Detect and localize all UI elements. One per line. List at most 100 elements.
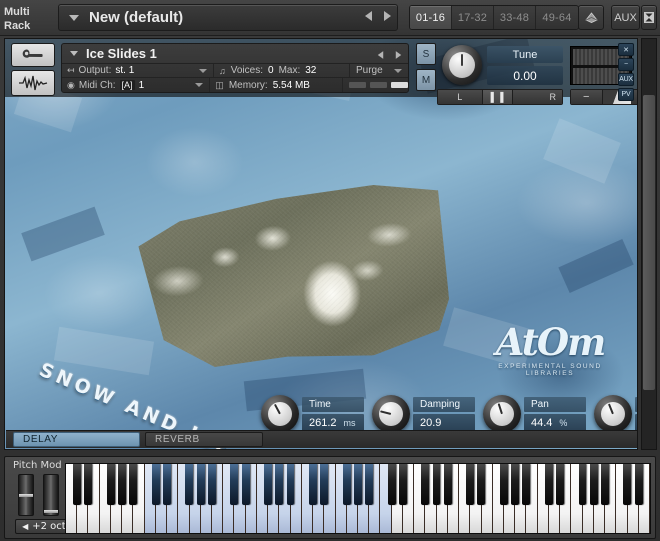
black-key[interactable]: [73, 464, 82, 506]
time-knob-value[interactable]: 261.2 ms: [302, 414, 364, 431]
chevron-down-icon[interactable]: [394, 69, 402, 73]
voices-label: Voices:: [230, 65, 263, 76]
black-key[interactable]: [443, 464, 452, 506]
piano-keys[interactable]: [65, 463, 651, 534]
wrench-icon[interactable]: [11, 43, 55, 67]
black-key[interactable]: [118, 464, 126, 506]
black-key[interactable]: [544, 464, 553, 506]
purge-bar-2: [370, 82, 387, 88]
feedback-knob-value[interactable]: 39.0 %: [635, 414, 637, 431]
black-key[interactable]: [477, 464, 486, 506]
solo-button[interactable]: S: [416, 43, 436, 65]
black-key[interactable]: [151, 464, 160, 506]
black-key[interactable]: [511, 464, 520, 506]
black-key[interactable]: [387, 464, 396, 506]
midi-channel-selector[interactable]: ◉ Midi Ch: [A] 1: [62, 78, 211, 92]
next-instrument-icon[interactable]: [395, 51, 402, 59]
output-value: st. 1: [115, 65, 135, 76]
black-key[interactable]: [522, 464, 531, 506]
instrument-panel: SNOW AND ICE AtOm EXPERIMENTAL SOUND LIB…: [4, 38, 638, 450]
black-key[interactable]: [275, 464, 284, 506]
chevron-down-icon[interactable]: [195, 83, 204, 87]
range-tab-4[interactable]: 49-64: [536, 6, 578, 29]
next-preset-icon[interactable]: [384, 11, 391, 21]
black-key[interactable]: [342, 464, 351, 506]
black-key[interactable]: [230, 464, 239, 506]
black-key[interactable]: [163, 464, 171, 506]
close-icon[interactable]: ✕: [618, 43, 634, 56]
output-label: Output:: [78, 65, 112, 76]
black-key[interactable]: [589, 464, 598, 506]
black-key[interactable]: [264, 464, 272, 506]
preset-selector[interactable]: New (default): [58, 4, 398, 31]
black-key[interactable]: [129, 464, 138, 506]
minimize-icon[interactable]: −: [618, 58, 634, 71]
chevron-down-icon[interactable]: [70, 51, 78, 56]
black-key[interactable]: [353, 464, 362, 506]
purge-selector[interactable]: Purge: [350, 64, 408, 77]
minimize-icon[interactable]: [641, 5, 657, 30]
aux-toggle[interactable]: AUX: [618, 73, 634, 86]
black-key[interactable]: [432, 464, 441, 506]
scrollbar-thumb[interactable]: [643, 95, 655, 390]
black-key[interactable]: [241, 464, 250, 506]
pitch-wheel[interactable]: [18, 474, 34, 516]
previous-instrument-icon[interactable]: [377, 51, 384, 59]
pan-knob[interactable]: [483, 395, 521, 433]
tab-delay[interactable]: DELAY: [13, 432, 140, 447]
black-key[interactable]: [466, 464, 475, 506]
effect-page-tabs: DELAY REVERB: [6, 430, 637, 448]
black-key[interactable]: [196, 464, 205, 506]
pan-handle[interactable]: ▌▐: [482, 90, 513, 104]
black-key[interactable]: [634, 464, 643, 506]
vertical-scrollbar[interactable]: [641, 38, 657, 450]
black-key[interactable]: [578, 464, 587, 506]
voices-value: 0: [268, 65, 274, 76]
black-key[interactable]: [286, 464, 295, 506]
purge-bar-1: [349, 82, 366, 88]
black-key[interactable]: [398, 464, 407, 506]
disk-icon[interactable]: [578, 5, 604, 30]
black-key[interactable]: [320, 464, 329, 506]
multi-rack-line1: Multi: [4, 6, 30, 18]
instrument-side-buttons: ✕ − AUX PV: [618, 43, 634, 103]
feedback-knob[interactable]: [594, 395, 632, 433]
black-key[interactable]: [365, 464, 374, 506]
black-key[interactable]: [601, 464, 609, 506]
chevron-down-icon[interactable]: [199, 69, 207, 73]
waveform-icon[interactable]: [11, 70, 55, 96]
tune-value[interactable]: 0.00: [487, 66, 563, 85]
pan-value-unit: %: [559, 417, 568, 428]
range-tab-1[interactable]: 01-16: [410, 6, 452, 29]
previous-preset-icon[interactable]: [365, 11, 372, 21]
black-key[interactable]: [207, 464, 216, 506]
tune-knob[interactable]: [442, 45, 482, 85]
aux-button[interactable]: AUX: [611, 5, 640, 30]
mute-button[interactable]: M: [416, 69, 436, 91]
tab-reverb[interactable]: REVERB: [145, 432, 263, 447]
pan-knob-value[interactable]: 44.4 %: [524, 414, 586, 431]
black-key[interactable]: [309, 464, 317, 506]
time-knob[interactable]: [261, 395, 299, 433]
pan-slider[interactable]: L ▌▐ R: [437, 89, 563, 105]
mod-wheel[interactable]: [43, 474, 59, 516]
black-key[interactable]: [623, 464, 632, 506]
range-tab-3[interactable]: 33-48: [494, 6, 536, 29]
black-key[interactable]: [185, 464, 194, 506]
damping-knob[interactable]: [372, 395, 410, 433]
instrument-header: Ice Slides 1 ↤ Output: st. 1 ♫ Voices: 0…: [5, 39, 637, 105]
instrument-name-row[interactable]: Ice Slides 1: [62, 44, 408, 64]
black-key[interactable]: [499, 464, 508, 506]
output-selector[interactable]: ↤ Output: st. 1: [62, 64, 214, 77]
octave-prev-icon[interactable]: ◀: [22, 522, 28, 531]
damping-knob-value[interactable]: 20.9: [413, 414, 475, 431]
midi-bank: [A]: [119, 80, 135, 90]
black-key[interactable]: [421, 464, 430, 506]
range-tab-2[interactable]: 17-32: [452, 6, 494, 29]
black-key[interactable]: [84, 464, 93, 506]
wheel-controls: [18, 474, 59, 516]
pv-toggle[interactable]: PV: [618, 88, 634, 101]
black-key[interactable]: [106, 464, 115, 506]
black-key[interactable]: [556, 464, 564, 506]
purge-bar-3: [391, 82, 408, 88]
